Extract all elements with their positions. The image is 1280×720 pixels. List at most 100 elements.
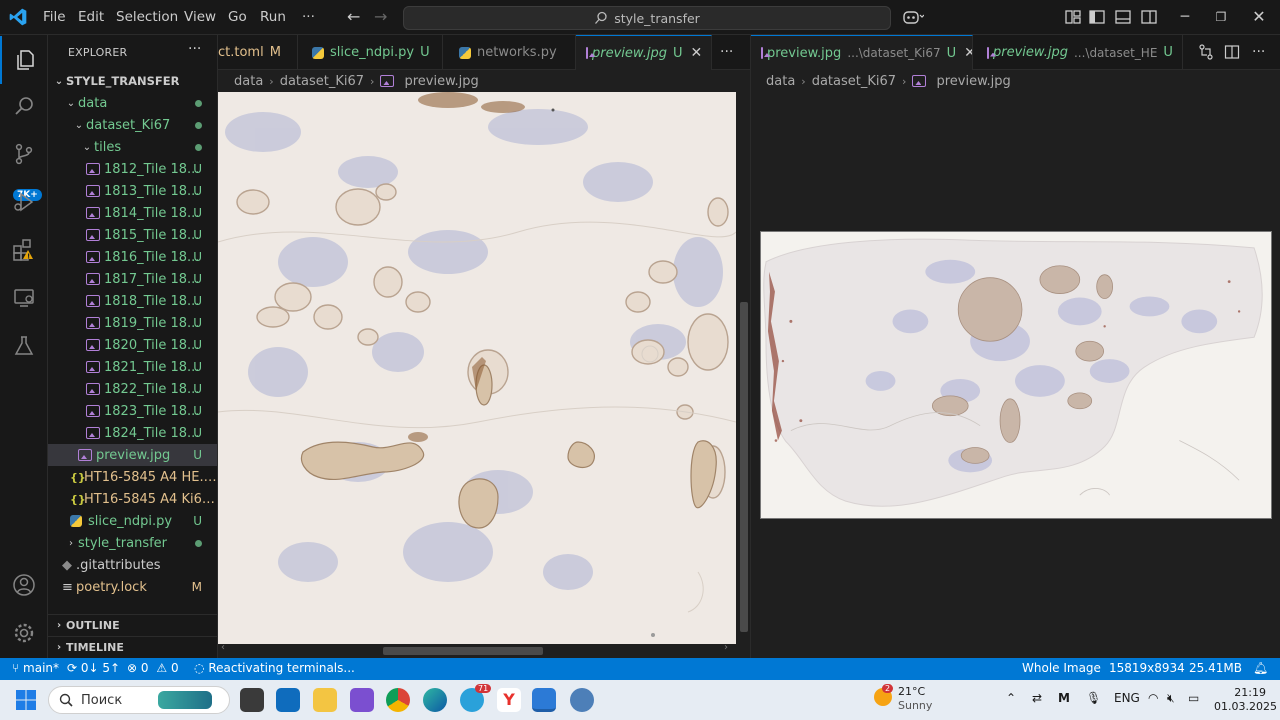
misc-app-icon[interactable] xyxy=(570,688,594,712)
speaker-muted-icon[interactable]: 🔇︎ xyxy=(1167,691,1175,706)
editor-more-actions[interactable]: ··· xyxy=(1252,44,1265,60)
scroll-left-arrow-icon[interactable]: ‹ xyxy=(221,642,225,653)
tree-item[interactable]: 1817_Tile 18... U xyxy=(48,268,217,290)
breadcrumb-file[interactable]: preview.jpg xyxy=(936,74,1010,89)
command-center-search[interactable]: style_transfer xyxy=(403,6,891,30)
tab-networks[interactable]: networks.py xyxy=(443,35,576,70)
taskbar-search[interactable]: Поиск xyxy=(48,686,230,714)
chevron-up-icon[interactable]: ⌃ xyxy=(1006,691,1016,705)
problems-indicator[interactable]: ⊗ 0 ⚠ 0 xyxy=(127,661,179,675)
breadcrumb-dataset[interactable]: dataset_Ki67 xyxy=(280,74,364,89)
vertical-scrollbar-thumb[interactable] xyxy=(740,302,748,632)
tree-item[interactable]: 1824_Tile 18... U xyxy=(48,422,217,444)
menu-go[interactable]: Go xyxy=(228,9,247,25)
sync-indicator[interactable]: ⟳ 0↓ 5↑ xyxy=(67,661,120,675)
tree-item[interactable]: 1812_Tile 18... U xyxy=(48,158,217,180)
tree-item[interactable]: 1818_Tile 18... U xyxy=(48,290,217,312)
tree-item[interactable]: slice_ndpi.py U xyxy=(48,510,217,532)
yandex-browser-icon[interactable]: Y xyxy=(497,688,521,712)
activity-indicator[interactable]: ◌ Reactivating terminals... xyxy=(194,661,355,675)
tab-preview-ki67[interactable]: preview.jpg ...\dataset_Ki67 U ✕ xyxy=(751,35,973,70)
copilot-icon[interactable] xyxy=(902,8,924,26)
visual-studio-icon[interactable] xyxy=(350,688,374,712)
close-tab-icon[interactable]: ✕ xyxy=(690,45,702,61)
accounts-activity[interactable] xyxy=(0,561,48,609)
restore-icon[interactable]: ❐ xyxy=(1212,8,1230,26)
tree-item[interactable]: 1820_Tile 18... U xyxy=(48,334,217,356)
vertical-scrollbar[interactable] xyxy=(738,92,748,644)
tree-item[interactable]: 1815_Tile 18... U xyxy=(48,224,217,246)
vscode-taskbar-icon[interactable] xyxy=(532,688,556,712)
tree-item[interactable]: 1822_Tile 18... U xyxy=(48,378,217,400)
horizontal-scrollbar-thumb[interactable] xyxy=(383,647,543,655)
menu-more[interactable]: ··· xyxy=(302,9,315,25)
run-debug-activity[interactable] xyxy=(0,178,48,226)
chrome-icon[interactable] xyxy=(386,688,410,712)
tray-app2-icon[interactable]: M xyxy=(1058,691,1070,705)
forward-arrow-icon[interactable]: → xyxy=(374,7,387,26)
close-window-icon[interactable]: ✕ xyxy=(1250,8,1268,26)
explorer-more-actions[interactable]: ··· xyxy=(188,41,201,57)
minimize-icon[interactable]: ─ xyxy=(1176,8,1194,26)
editor-more-actions[interactable]: ··· xyxy=(720,44,733,60)
image-zoom-mode[interactable]: Whole Image xyxy=(1022,661,1101,675)
menu-edit[interactable]: Edit xyxy=(78,9,104,25)
menu-run[interactable]: Run xyxy=(260,9,286,25)
toggle-primary-sidebar-icon[interactable] xyxy=(1088,8,1106,26)
outline-section[interactable]: › OUTLINE xyxy=(48,614,217,636)
remote-explorer-activity[interactable] xyxy=(0,274,48,322)
toggle-panel-icon[interactable] xyxy=(1114,8,1132,26)
tree-item[interactable]: {} HT16-5845 A4 Ki67.... xyxy=(48,488,217,510)
breadcrumb-dataset[interactable]: dataset_Ki67 xyxy=(812,74,896,89)
language-indicator[interactable]: ENG xyxy=(1114,691,1140,705)
manage-activity[interactable] xyxy=(0,609,48,657)
back-arrow-icon[interactable]: ← xyxy=(347,7,360,26)
branch-indicator[interactable]: ⑂ main* xyxy=(12,661,59,675)
source-control-activity[interactable] xyxy=(0,130,48,178)
tree-item[interactable]: ⌄ data xyxy=(48,92,217,114)
toggle-secondary-sidebar-icon[interactable] xyxy=(1140,8,1158,26)
tree-item[interactable]: 1821_Tile 18... U xyxy=(48,356,217,378)
clock[interactable]: 21:19 01.03.2025 xyxy=(1214,686,1277,714)
tree-item[interactable]: 1816_Tile 18... U xyxy=(48,246,217,268)
file-explorer-icon[interactable] xyxy=(313,688,337,712)
explorer-activity[interactable] xyxy=(0,36,48,84)
tree-item[interactable]: › style_transfer xyxy=(48,532,217,554)
tree-item[interactable]: ⌄ tiles xyxy=(48,136,217,158)
notifications-bell-icon[interactable]: 🔔︎ xyxy=(1253,661,1268,675)
tree-item[interactable]: ≡ poetry.lock M xyxy=(48,576,217,598)
tree-item[interactable]: {} HT16-5845 A4 HE.g... xyxy=(48,466,217,488)
extensions-activity[interactable]: ! xyxy=(0,226,48,274)
open-changes-icon[interactable] xyxy=(1198,44,1214,60)
menu-file[interactable]: File xyxy=(43,9,66,25)
timeline-section[interactable]: › TIMELINE xyxy=(48,636,217,658)
menu-view[interactable]: View xyxy=(184,9,216,25)
search-activity[interactable] xyxy=(0,82,48,130)
task-view-icon[interactable] xyxy=(240,688,264,712)
tree-item[interactable]: 1813_Tile 18... U xyxy=(48,180,217,202)
scroll-right-arrow-icon[interactable]: › xyxy=(724,642,728,653)
microphone-icon[interactable]: 🎙︎ xyxy=(1086,691,1101,705)
tree-item[interactable]: 1819_Tile 18... U xyxy=(48,312,217,334)
wifi-icon[interactable]: ◠ xyxy=(1148,691,1158,705)
image-preview-whole[interactable] xyxy=(760,231,1272,519)
breadcrumb-data[interactable]: data xyxy=(234,74,263,89)
tree-item[interactable]: preview.jpg U xyxy=(48,444,217,466)
tab-preview-jpg[interactable]: preview.jpg U ✕ xyxy=(576,35,712,70)
workspace-root[interactable]: ⌄ STYLE_TRANSFER xyxy=(48,70,217,92)
weather-widget[interactable]: 21°C Sunny xyxy=(898,685,932,713)
split-editor-icon[interactable] xyxy=(1224,44,1240,60)
testing-activity[interactable] xyxy=(0,322,48,370)
tree-item[interactable]: 1814_Tile 18... U xyxy=(48,202,217,224)
menu-selection[interactable]: Selection xyxy=(116,9,178,25)
tree-item[interactable]: 1823_Tile 18... U xyxy=(48,400,217,422)
outlook-icon[interactable] xyxy=(276,688,300,712)
windows-start-icon[interactable] xyxy=(15,689,37,711)
close-tab-icon[interactable]: ✕ xyxy=(964,45,972,61)
tab-slice-ndpi[interactable]: slice_ndpi.py U xyxy=(298,35,443,70)
breadcrumb-file[interactable]: preview.jpg xyxy=(404,74,478,89)
edge-icon[interactable] xyxy=(423,688,447,712)
horizontal-scrollbar[interactable]: ‹ › xyxy=(218,642,736,658)
tree-item[interactable]: ⌄ dataset_Ki67 xyxy=(48,114,217,136)
battery-icon[interactable]: ▭ xyxy=(1188,691,1199,705)
